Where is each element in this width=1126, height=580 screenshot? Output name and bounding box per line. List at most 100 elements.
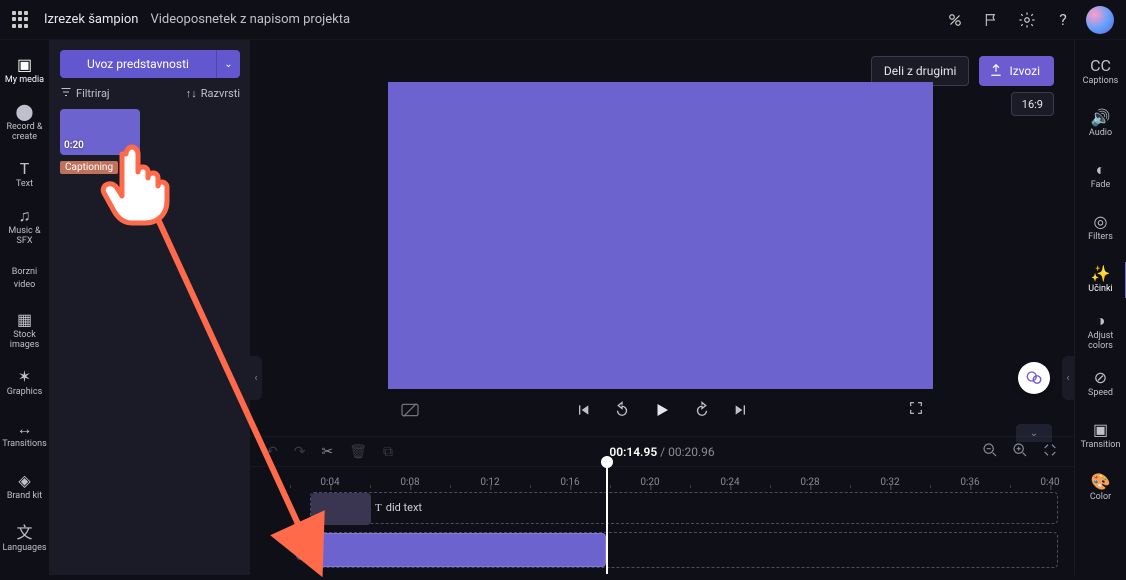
- video-track[interactable]: [310, 532, 1058, 568]
- rightnav-item-6[interactable]: ⊘Speed: [1075, 358, 1126, 410]
- rightnav-label-0: Captions: [1083, 77, 1119, 87]
- app-label: Izrezek šampion: [44, 12, 138, 27]
- sort-label: Razvrsti: [201, 87, 240, 100]
- transport-controls: [250, 390, 1074, 430]
- rewind-icon[interactable]: [613, 401, 631, 419]
- flag-icon[interactable]: [982, 11, 1000, 29]
- leftnav-label-0: My media: [3, 76, 46, 86]
- leftnav-label-1: Record & create: [0, 123, 50, 143]
- filter-icon: [60, 86, 72, 101]
- rightnav-item-8[interactable]: 🎨Color: [1075, 462, 1126, 514]
- current-time: 00:14.95: [609, 445, 657, 459]
- undo-icon[interactable]: ↶: [266, 444, 278, 460]
- apps-grid-icon[interactable]: [12, 11, 30, 29]
- rightnav-item-7[interactable]: ▣Transition: [1075, 410, 1126, 462]
- leftnav-item-3[interactable]: ♫Music & SFX: [0, 202, 50, 252]
- leftnav-item-6[interactable]: ✶ Graphics: [0, 358, 50, 408]
- timeline-time: 00:14.95 / 00:20.96: [250, 445, 1074, 459]
- title-group: Izrezek šampion Videoposnetek z napisom …: [44, 12, 350, 27]
- leftnav-item-2[interactable]: TText: [0, 150, 50, 200]
- rightnav-label-7: Transition: [1081, 441, 1121, 451]
- rightnav-icon-3: ◎: [1094, 213, 1108, 231]
- media-thumbnail[interactable]: 0:20: [60, 109, 140, 155]
- media-caption-badge: Captioning: [60, 161, 118, 174]
- settings-icon[interactable]: [1018, 11, 1036, 29]
- left-nav: ▣My media ⬤ Record & create TText♫Music & S…: [0, 40, 50, 575]
- text-clip-label: T did text: [375, 501, 422, 514]
- ruler-tick: 0:20: [640, 477, 659, 488]
- export-label: Izvozi: [1009, 64, 1040, 78]
- leftnav-item-1[interactable]: ⬤ Record & create: [0, 98, 50, 148]
- text-clip[interactable]: [311, 493, 371, 525]
- ruler-tick: 0:24: [720, 477, 739, 488]
- playhead[interactable]: [606, 466, 608, 574]
- help-icon[interactable]: ?: [1054, 11, 1072, 29]
- rightnav-label-8: Color: [1090, 493, 1111, 503]
- leftnav-icon-6: ✶: [18, 368, 31, 386]
- leftnav-label-2: Text: [14, 180, 35, 190]
- filter-button[interactable]: Filtriraj: [60, 86, 110, 101]
- leftnav-icon-1: ⬤: [16, 103, 34, 121]
- rightnav-label-1: Audio: [1089, 129, 1112, 139]
- media-duration: 0:20: [64, 140, 84, 151]
- rightnav-item-3[interactable]: ◎Filters: [1075, 202, 1126, 254]
- video-preview[interactable]: [388, 82, 933, 389]
- leftnav-item-4[interactable]: Borznivideo: [0, 254, 50, 304]
- duplicate-icon[interactable]: ⧉: [383, 444, 393, 460]
- leftnav-label-3: Music & SFX: [0, 227, 50, 247]
- import-media-button[interactable]: Uvoz predstavnosti: [60, 50, 216, 78]
- filter-label: Filtriraj: [76, 87, 110, 100]
- sort-icon: ↑↓: [186, 87, 197, 100]
- leftnav-label-8: Brand kit: [5, 492, 44, 502]
- rightnav-icon-1: 🔊: [1091, 109, 1111, 127]
- user-avatar[interactable]: [1086, 6, 1114, 34]
- leftnav-item-0[interactable]: ▣My media: [0, 46, 50, 96]
- sort-button[interactable]: ↑↓ Razvrsti: [186, 87, 240, 100]
- ruler-tick: 0:12: [480, 477, 499, 488]
- timeline-tracks: T did text ⊕: [250, 488, 1074, 574]
- skip-end-icon[interactable]: [733, 402, 749, 418]
- ruler-tick: 0:04: [320, 477, 339, 488]
- play-icon[interactable]: [653, 401, 671, 419]
- redo-icon[interactable]: ↷: [294, 444, 306, 460]
- skip-start-icon[interactable]: [575, 402, 591, 418]
- rightnav-item-2[interactable]: ◐Fade: [1075, 150, 1126, 202]
- leftnav-icon-4: Borzni: [12, 268, 37, 278]
- delete-icon[interactable]: 🗑: [349, 444, 367, 460]
- text-track[interactable]: T did text: [310, 492, 1058, 524]
- speed-icon[interactable]: [946, 11, 964, 29]
- media-panel: Uvoz predstavnosti ⌄ Filtriraj ↑↓ Razvrs…: [50, 40, 250, 575]
- rightnav-label-5: Adjust colors: [1075, 332, 1126, 352]
- leftnav-item-9[interactable]: 文Languages: [0, 514, 50, 564]
- upload-icon: [989, 63, 1003, 80]
- rightnav-item-1[interactable]: 🔊 Audio: [1075, 98, 1126, 150]
- split-icon[interactable]: ✂: [321, 444, 333, 460]
- center-area: Deli z drugimi Izvozi 16:9 ‹ ‹: [250, 40, 1074, 575]
- rightnav-item-0[interactable]: CCCaptions: [1075, 46, 1126, 98]
- rightnav-icon-2: ◐: [1096, 161, 1106, 179]
- zoom-in-icon[interactable]: [1012, 442, 1028, 462]
- rightnav-item-5[interactable]: ◑Adjust colors: [1075, 306, 1126, 358]
- forward-icon[interactable]: [693, 401, 711, 419]
- import-media-dropdown[interactable]: ⌄: [216, 50, 240, 78]
- leftnav-icon-7: ↔: [17, 420, 33, 438]
- fit-icon[interactable]: [1042, 442, 1058, 462]
- project-title[interactable]: Videoposnetek z napisom projekta: [150, 12, 350, 27]
- track-add-button[interactable]: ⊕: [296, 536, 316, 560]
- video-clip[interactable]: [311, 533, 606, 567]
- ruler-tick: 0:40: [1040, 477, 1059, 488]
- leftnav-icon-5: ▦: [17, 311, 32, 329]
- aspect-ratio-badge[interactable]: 16:9: [1011, 92, 1054, 116]
- top-bar: Izrezek šampion Videoposnetek z napisom …: [0, 0, 1126, 40]
- leftnav-item-5[interactable]: ▦Stock images: [0, 306, 50, 356]
- leftnav-label-6: Graphics: [5, 388, 44, 398]
- export-button[interactable]: Izvozi: [979, 56, 1054, 86]
- leftnav-item-7[interactable]: ↔Transitions: [0, 410, 50, 460]
- rightnav-icon-6: ⊘: [1094, 369, 1107, 387]
- zoom-out-icon[interactable]: [982, 442, 998, 462]
- timeline-ruler[interactable]: 0:040:080:120:160:200:240:280:320:360:40: [250, 466, 1074, 488]
- leftnav-item-8[interactable]: ◈Brand kit: [0, 462, 50, 512]
- fullscreen-icon[interactable]: [908, 400, 924, 420]
- ruler-tick: 0:08: [400, 477, 419, 488]
- rightnav-item-4[interactable]: ✨Učinki: [1075, 254, 1126, 306]
